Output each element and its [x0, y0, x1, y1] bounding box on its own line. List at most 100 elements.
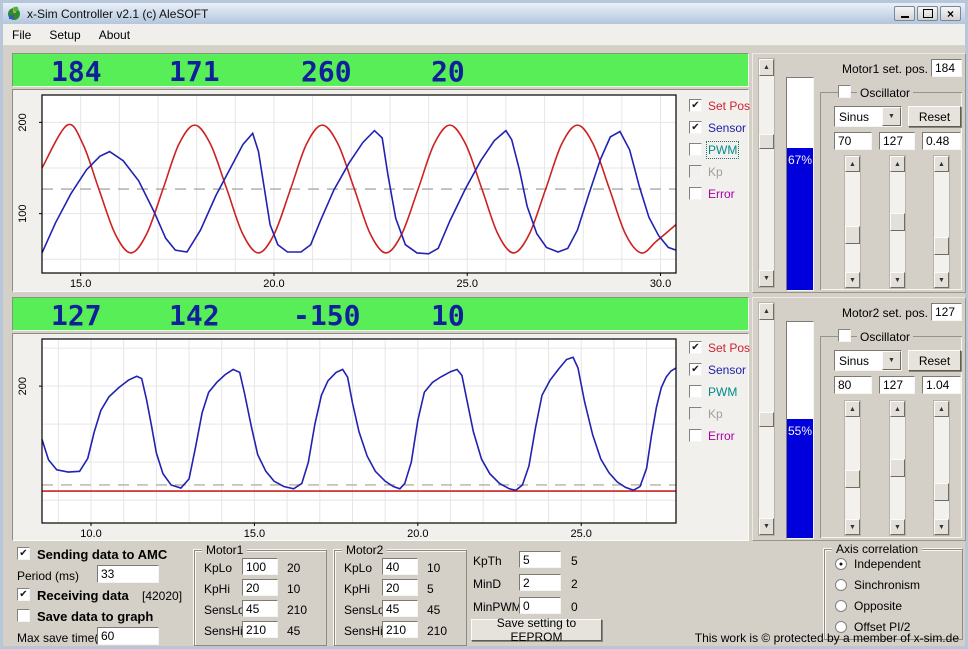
- receiving-data-checkbox[interactable]: ✔: [17, 588, 30, 601]
- kp-checkbox[interactable]: [689, 407, 702, 420]
- radio-independent[interactable]: ● Independent: [835, 557, 921, 571]
- axis-group-title: Axis correlation: [832, 542, 922, 556]
- slider-up-icon[interactable]: ▲: [890, 401, 905, 417]
- slider-up-icon[interactable]: ▲: [890, 156, 905, 172]
- kphi-value: 5: [427, 582, 434, 596]
- senshi-field[interactable]: [382, 621, 418, 638]
- dropdown-arrow-icon[interactable]: ▼: [882, 351, 901, 370]
- title-bar[interactable]: x-Sim Controller v2.1 (c) AleSOFT ×: [3, 3, 965, 24]
- motor2-osc-amplitude-field[interactable]: [834, 376, 872, 394]
- kp-checkbox[interactable]: [689, 165, 702, 178]
- mind-field[interactable]: [519, 574, 561, 591]
- kplo-field[interactable]: [382, 558, 418, 575]
- slider-thumb[interactable]: [845, 226, 860, 244]
- motor2-osc-frequency-field[interactable]: [922, 376, 961, 394]
- slider-down-icon[interactable]: ▼: [890, 519, 905, 535]
- motor2-amplitude-slider[interactable]: ▲ ▼: [844, 400, 861, 536]
- motor1-wave-select[interactable]: Sinus ▼: [834, 106, 902, 127]
- minpwm-field[interactable]: [519, 597, 561, 614]
- pwm-checkbox[interactable]: [689, 385, 702, 398]
- motor2-wave-select[interactable]: Sinus ▼: [834, 350, 902, 371]
- slider-thumb[interactable]: [934, 483, 949, 501]
- sensor-label: Sensor: [708, 121, 746, 135]
- motor1-osc-amplitude-field[interactable]: [834, 132, 872, 150]
- svg-text:20.0: 20.0: [407, 528, 428, 540]
- slider-thumb[interactable]: [845, 470, 860, 488]
- slider-down-icon[interactable]: ▼: [845, 519, 860, 535]
- kpth-field[interactable]: [519, 551, 561, 568]
- slider-thumb[interactable]: [890, 213, 905, 231]
- motor1-center-slider[interactable]: ▲ ▼: [889, 155, 906, 289]
- legend-item-kp: Kp: [689, 165, 753, 178]
- pwm-checkbox[interactable]: [689, 143, 702, 156]
- oscillator-checkbox[interactable]: [838, 85, 851, 98]
- motor1-setpos-field[interactable]: [931, 59, 962, 77]
- menu-setup[interactable]: Setup: [40, 26, 89, 44]
- motor2-center-slider[interactable]: ▲ ▼: [889, 400, 906, 536]
- period-label: Period (ms): [17, 569, 79, 583]
- save-data-checkbox[interactable]: [17, 609, 30, 622]
- kphi-field[interactable]: [382, 579, 418, 596]
- scroll-down-icon[interactable]: ▼: [759, 270, 774, 287]
- radio-icon[interactable]: [835, 600, 847, 612]
- kpth-label: KpTh: [473, 554, 502, 568]
- error-checkbox[interactable]: [689, 187, 702, 200]
- motor1-amplitude-slider[interactable]: ▲ ▼: [844, 155, 861, 289]
- slider-up-icon[interactable]: ▲: [845, 156, 860, 172]
- slider-down-icon[interactable]: ▼: [934, 519, 949, 535]
- motor1-reset-button[interactable]: Reset: [908, 106, 961, 127]
- slider-up-icon[interactable]: ▲: [934, 401, 949, 417]
- scrollbar-thumb[interactable]: [759, 412, 774, 427]
- motor2-setpos-field[interactable]: [931, 303, 962, 321]
- setpos-checkbox[interactable]: ✔: [689, 99, 702, 112]
- radio-opposite[interactable]: Opposite: [835, 599, 902, 613]
- dropdown-arrow-icon[interactable]: ▼: [882, 107, 901, 126]
- sending-data-checkbox[interactable]: ✔: [17, 547, 30, 560]
- kplo-field[interactable]: [242, 558, 278, 575]
- motor1-frequency-slider[interactable]: ▲ ▼: [933, 155, 950, 289]
- menu-file[interactable]: File: [3, 26, 40, 44]
- motor1-osc-center-field[interactable]: [879, 132, 915, 150]
- scroll-up-icon[interactable]: ▲: [759, 303, 774, 320]
- period-field[interactable]: [97, 565, 159, 583]
- slider-down-icon[interactable]: ▼: [890, 272, 905, 288]
- menu-about[interactable]: About: [90, 26, 139, 44]
- pwm-label: PWM: [708, 143, 737, 157]
- senslo-field[interactable]: [242, 600, 278, 617]
- scrollbar-thumb[interactable]: [759, 134, 774, 149]
- slider-down-icon[interactable]: ▼: [845, 272, 860, 288]
- motor1-position-scrollbar[interactable]: ▲ ▼: [758, 58, 775, 288]
- sensor-checkbox[interactable]: ✔: [689, 363, 702, 376]
- maximize-button[interactable]: [917, 6, 938, 21]
- radio-icon[interactable]: ●: [835, 558, 847, 570]
- scroll-down-icon[interactable]: ▼: [759, 518, 774, 535]
- max-save-field[interactable]: [97, 627, 159, 645]
- minimize-button[interactable]: [894, 6, 915, 21]
- motor2-osc-center-field[interactable]: [879, 376, 915, 394]
- minpwm-label: MinPWM: [473, 600, 522, 614]
- radio-label: Sinchronism: [854, 578, 920, 592]
- motor2-chart: 10.015.020.025.0200: [14, 335, 684, 542]
- close-button[interactable]: ×: [940, 6, 961, 21]
- senshi-field[interactable]: [242, 621, 278, 638]
- radio-label: Independent: [854, 557, 921, 571]
- motor1-display-value-3: 260: [301, 55, 352, 88]
- motor2-position-scrollbar[interactable]: ▲ ▼: [758, 302, 775, 536]
- motor2-frequency-slider[interactable]: ▲ ▼: [933, 400, 950, 536]
- error-checkbox[interactable]: [689, 429, 702, 442]
- scroll-up-icon[interactable]: ▲: [759, 59, 774, 76]
- oscillator-checkbox[interactable]: [838, 329, 851, 342]
- motor1-osc-frequency-field[interactable]: [922, 132, 961, 150]
- motor2-reset-button[interactable]: Reset: [908, 350, 961, 371]
- radio-sinchronism[interactable]: Sinchronism: [835, 578, 920, 592]
- slider-thumb[interactable]: [934, 237, 949, 255]
- radio-icon[interactable]: [835, 579, 847, 591]
- sensor-checkbox[interactable]: ✔: [689, 121, 702, 134]
- kphi-field[interactable]: [242, 579, 278, 596]
- slider-thumb[interactable]: [890, 459, 905, 477]
- slider-down-icon[interactable]: ▼: [934, 272, 949, 288]
- setpos-checkbox[interactable]: ✔: [689, 341, 702, 354]
- slider-up-icon[interactable]: ▲: [845, 401, 860, 417]
- senslo-field[interactable]: [382, 600, 418, 617]
- slider-up-icon[interactable]: ▲: [934, 156, 949, 172]
